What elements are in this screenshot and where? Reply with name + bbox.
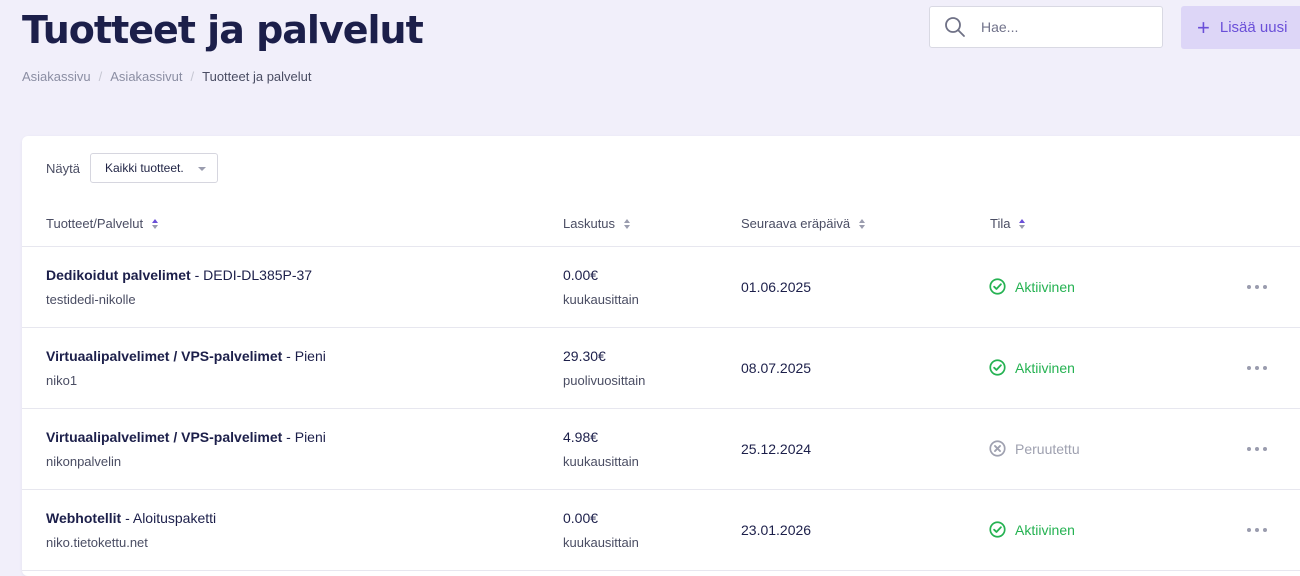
add-new-label: Lisää uusi bbox=[1219, 19, 1288, 36]
billing-cycle: kuukausittain bbox=[563, 454, 639, 469]
product-name[interactable]: Virtuaalipalvelimet / VPS-palvelimet - P… bbox=[46, 429, 326, 445]
next-due-date: 01.06.2025 bbox=[741, 279, 812, 295]
status-text: Aktiivinen bbox=[1015, 359, 1075, 376]
more-actions-icon[interactable] bbox=[1245, 360, 1269, 376]
plus-icon: + bbox=[1197, 14, 1210, 40]
column-header-billing[interactable]: Laskutus bbox=[563, 216, 631, 231]
table-row[interactable]: Virtuaalipalvelimet / VPS-palvelimet - P… bbox=[22, 328, 1300, 409]
next-due-date: 23.01.2026 bbox=[741, 522, 812, 538]
next-due-date: 08.07.2025 bbox=[741, 360, 812, 376]
price: 29.30€ bbox=[563, 348, 606, 364]
sort-icon bbox=[624, 218, 631, 229]
divider bbox=[22, 570, 1300, 571]
status-text: Aktiivinen bbox=[1015, 521, 1075, 538]
sort-icon bbox=[1019, 218, 1026, 229]
breadcrumb-item-current: Tuotteet ja palvelut bbox=[202, 69, 312, 84]
product-name[interactable]: Dedikoidut palvelimet - DEDI-DL385P-37 bbox=[46, 267, 312, 283]
filter-label: Näytä bbox=[46, 160, 80, 176]
more-actions-icon[interactable] bbox=[1245, 522, 1269, 538]
filter-bar: Näytä Kaikki tuotteet. bbox=[46, 153, 218, 183]
status-text: Aktiivinen bbox=[1015, 278, 1075, 295]
column-header-label: Tila bbox=[990, 216, 1011, 231]
breadcrumb: Asiakassivu / Asiakassivut / Tuotteet ja… bbox=[22, 69, 312, 84]
product-name[interactable]: Webhotellit - Aloituspaketti bbox=[46, 510, 216, 526]
status-text: Peruutettu bbox=[1015, 440, 1080, 457]
status-badge: Aktiivinen bbox=[989, 359, 1075, 376]
more-actions-icon[interactable] bbox=[1245, 441, 1269, 457]
column-header-label: Laskutus bbox=[563, 216, 616, 231]
status-badge: Peruutettu bbox=[989, 440, 1080, 457]
x-circle-icon bbox=[989, 440, 1006, 457]
page-title: Tuotteet ja palvelut bbox=[22, 8, 424, 52]
table-row[interactable]: Webhotellit - Aloituspaketti niko.tietok… bbox=[22, 490, 1300, 571]
more-actions-icon[interactable] bbox=[1245, 279, 1269, 295]
product-identifier: testidedi-nikolle bbox=[46, 292, 136, 307]
sort-icon bbox=[859, 218, 866, 229]
filter-select[interactable]: Kaikki tuotteet. bbox=[89, 153, 218, 183]
price: 4.98€ bbox=[563, 429, 599, 445]
check-circle-icon bbox=[989, 359, 1006, 376]
billing-cycle: kuukausittain bbox=[563, 292, 639, 307]
product-identifier: niko1 bbox=[46, 373, 78, 388]
filter-select-value: Kaikki tuotteet. bbox=[104, 161, 184, 175]
breadcrumb-item-asiakassivu[interactable]: Asiakassivu bbox=[22, 69, 91, 84]
check-circle-icon bbox=[989, 521, 1006, 538]
products-card: Näytä Kaikki tuotteet. Tuotteet/Palvelut… bbox=[22, 136, 1300, 576]
column-header-products[interactable]: Tuotteet/Palvelut bbox=[46, 216, 159, 231]
billing-cycle: kuukausittain bbox=[563, 535, 639, 550]
column-header-label: Tuotteet/Palvelut bbox=[46, 216, 144, 231]
price: 0.00€ bbox=[563, 510, 599, 526]
column-header-status[interactable]: Tila bbox=[990, 216, 1026, 231]
check-circle-icon bbox=[989, 278, 1006, 295]
next-due-date: 25.12.2024 bbox=[741, 441, 812, 457]
column-header-due-date[interactable]: Seuraava eräpäivä bbox=[741, 216, 866, 231]
product-name[interactable]: Virtuaalipalvelimet / VPS-palvelimet - P… bbox=[46, 348, 326, 364]
table-row[interactable]: Virtuaalipalvelimet / VPS-palvelimet - P… bbox=[22, 409, 1300, 490]
product-identifier: niko.tietokettu.net bbox=[46, 535, 148, 550]
status-badge: Aktiivinen bbox=[989, 278, 1075, 295]
price: 0.00€ bbox=[563, 267, 599, 283]
billing-cycle: puolivuosittain bbox=[563, 373, 646, 388]
product-identifier: nikonpalvelin bbox=[46, 454, 122, 469]
search-icon bbox=[945, 17, 965, 37]
breadcrumb-separator: / bbox=[98, 69, 103, 84]
sort-icon bbox=[152, 218, 159, 229]
chevron-down-icon bbox=[197, 167, 206, 171]
status-badge: Aktiivinen bbox=[989, 521, 1075, 538]
add-new-button[interactable]: + Lisää uusi bbox=[1181, 6, 1300, 49]
breadcrumb-separator: / bbox=[190, 69, 195, 84]
search-input[interactable] bbox=[979, 18, 1153, 36]
breadcrumb-item-asiakassivut[interactable]: Asiakassivut bbox=[110, 69, 182, 84]
table-row[interactable]: Dedikoidut palvelimet - DEDI-DL385P-37 t… bbox=[22, 247, 1300, 328]
search-box[interactable] bbox=[929, 6, 1163, 48]
column-header-label: Seuraava eräpäivä bbox=[741, 216, 851, 231]
